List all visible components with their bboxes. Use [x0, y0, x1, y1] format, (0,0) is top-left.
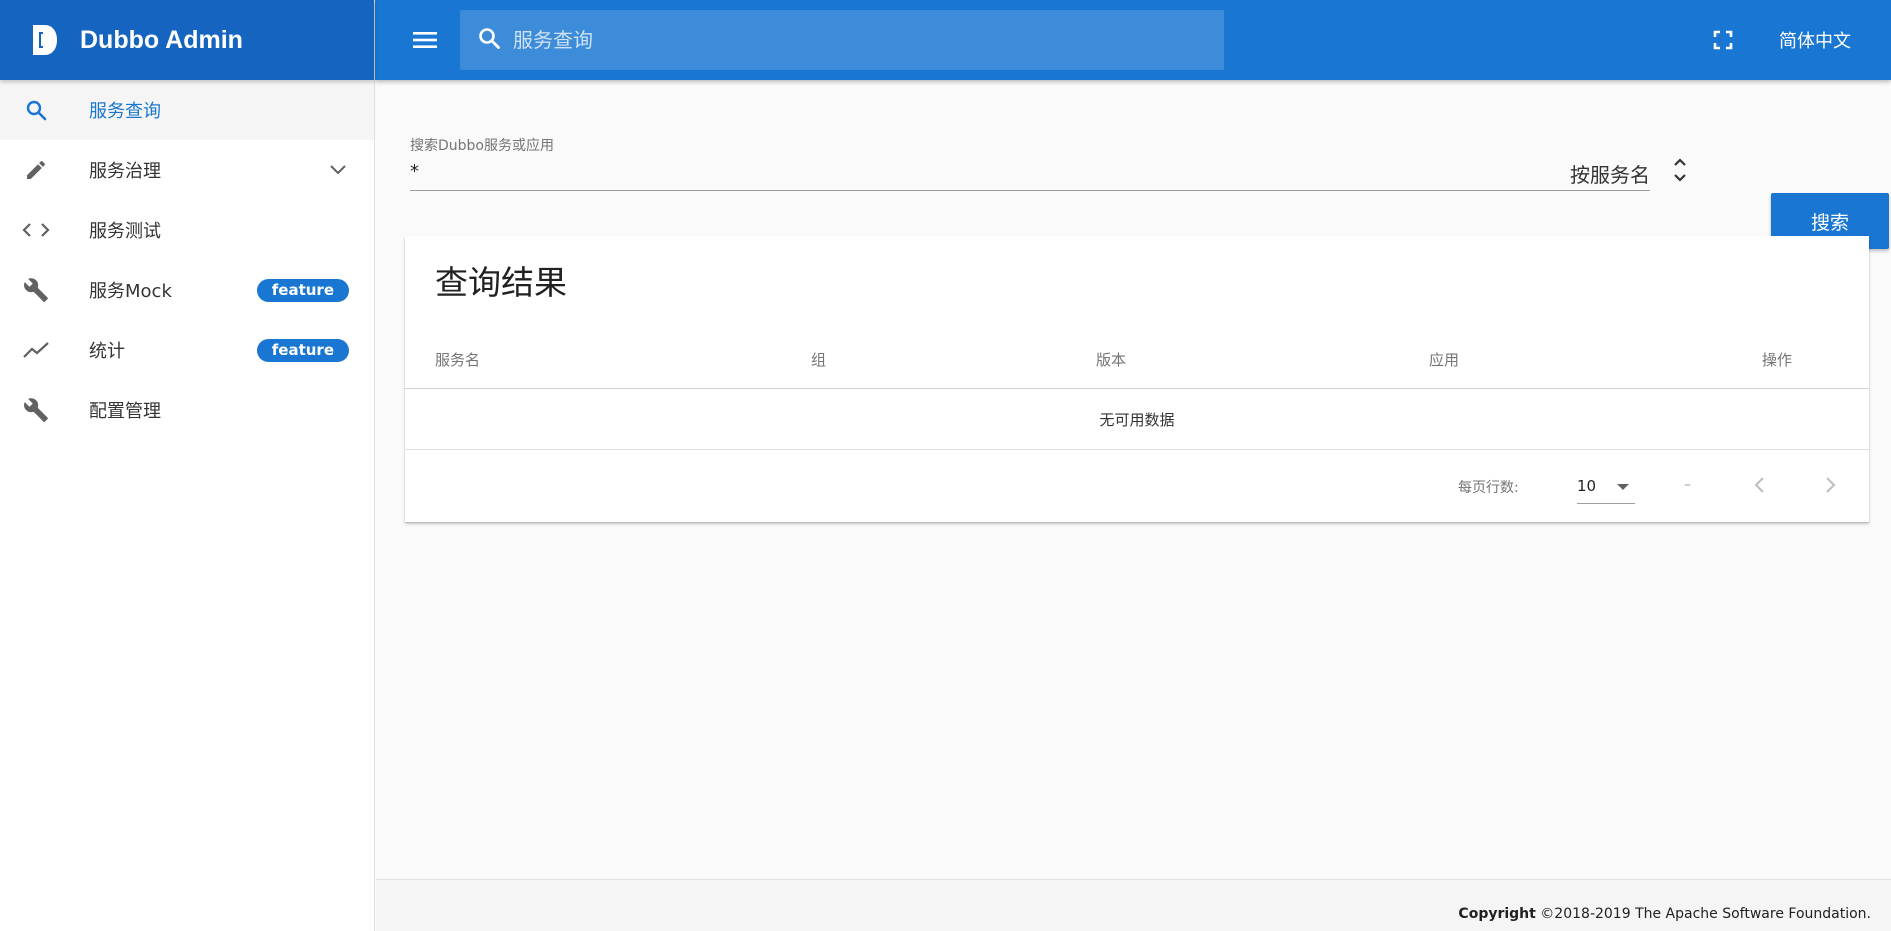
chevron-right-icon[interactable]	[1818, 472, 1844, 498]
language-selector[interactable]: 简体中文	[1779, 27, 1851, 53]
main-content: 搜索Dubbo服务或应用 * 按服务名 搜索 查询结果 服务名 组 版本 应用 …	[376, 80, 1891, 879]
table-header: 服务名 组 版本 应用 操作	[405, 329, 1869, 389]
results-table: 服务名 组 版本 应用 操作 无可用数据 每页行数: 10 –	[405, 329, 1869, 522]
sidebar-item-service-governance[interactable]: 服务治理	[0, 140, 374, 200]
search-field-value[interactable]: *	[410, 161, 419, 182]
column-header-service-name[interactable]: 服务名	[435, 349, 480, 370]
caret-down-icon	[1617, 484, 1629, 490]
rows-per-page-label: 每页行数:	[1458, 480, 1519, 496]
brand-header: Dubbo Admin	[0, 0, 374, 80]
service-search-field[interactable]: 搜索Dubbo服务或应用 * 按服务名	[410, 135, 1650, 191]
top-search-box[interactable]	[460, 10, 1224, 70]
top-right-actions: 简体中文	[1705, 22, 1891, 58]
sidebar-item-label: 服务治理	[89, 161, 161, 182]
page-range-text: –	[1684, 477, 1691, 493]
table-pagination: 每页行数: 10 –	[405, 450, 1869, 522]
search-type-select[interactable]: 按服务名	[1570, 159, 1650, 188]
trending-icon	[22, 336, 50, 364]
sidebar-item-label: 配置管理	[89, 401, 161, 422]
sidebar-item-label: 统计	[89, 341, 125, 362]
pencil-icon	[22, 156, 50, 184]
sidebar-item-config-management[interactable]: 配置管理	[0, 380, 374, 440]
copyright-notice: ©2018-2019 The Apache Software Foundatio…	[1535, 906, 1871, 922]
top-app-bar: 简体中文	[375, 0, 1891, 80]
feature-badge: feature	[256, 278, 349, 302]
sidebar-item-label: 服务测试	[89, 221, 161, 242]
copyright-label: Copyright	[1458, 906, 1536, 922]
sidebar-item-label: 服务Mock	[89, 281, 172, 302]
dubbo-logo-icon	[30, 24, 58, 56]
column-header-group[interactable]: 组	[811, 349, 826, 370]
wrench-icon	[22, 396, 50, 424]
sidebar-item-service-mock[interactable]: 服务Mock feature	[0, 260, 374, 320]
results-card: 查询结果 服务名 组 版本 应用 操作 无可用数据 每页行数: 10 –	[405, 236, 1869, 522]
search-row: 搜索Dubbo服务或应用 * 按服务名 搜索	[410, 135, 1889, 249]
sidebar-item-service-search[interactable]: 服务查询	[0, 80, 374, 140]
chevron-down-icon[interactable]	[327, 159, 349, 181]
sidebar-nav: 服务查询 服务治理 服务测试 服务Mock feature 统计 feature…	[0, 80, 374, 440]
column-header-version[interactable]: 版本	[1096, 349, 1126, 370]
unfold-icon[interactable]	[1670, 155, 1690, 185]
wrench-icon	[22, 276, 50, 304]
results-title: 查询结果	[435, 263, 567, 302]
sidebar-item-label: 服务查询	[89, 101, 161, 122]
sidebar: Dubbo Admin 服务查询 服务治理 服务测试 服务Mock featur…	[0, 0, 375, 931]
search-icon	[477, 26, 501, 54]
copyright-text: Copyright ©2018-2019 The Apache Software…	[1458, 906, 1871, 922]
feature-badge: feature	[256, 338, 349, 362]
fullscreen-icon[interactable]	[1705, 22, 1741, 58]
empty-table-message: 无可用数据	[405, 389, 1869, 450]
search-icon	[22, 96, 50, 124]
brand-title[interactable]: Dubbo Admin	[80, 26, 243, 55]
column-header-application[interactable]: 应用	[1429, 349, 1459, 370]
rows-per-page-select[interactable]: 10	[1577, 472, 1635, 504]
chevron-left-icon[interactable]	[1746, 472, 1772, 498]
page-footer: Copyright ©2018-2019 The Apache Software…	[376, 879, 1891, 931]
sidebar-item-service-test[interactable]: 服务测试	[0, 200, 374, 260]
sidebar-item-statistics[interactable]: 统计 feature	[0, 320, 374, 380]
search-field-label: 搜索Dubbo服务或应用	[410, 138, 554, 154]
code-icon	[22, 216, 50, 244]
rows-per-page-value: 10	[1577, 477, 1597, 495]
top-search-input[interactable]	[513, 28, 1193, 52]
column-header-actions: 操作	[1762, 351, 1793, 369]
menu-icon[interactable]	[405, 20, 445, 60]
